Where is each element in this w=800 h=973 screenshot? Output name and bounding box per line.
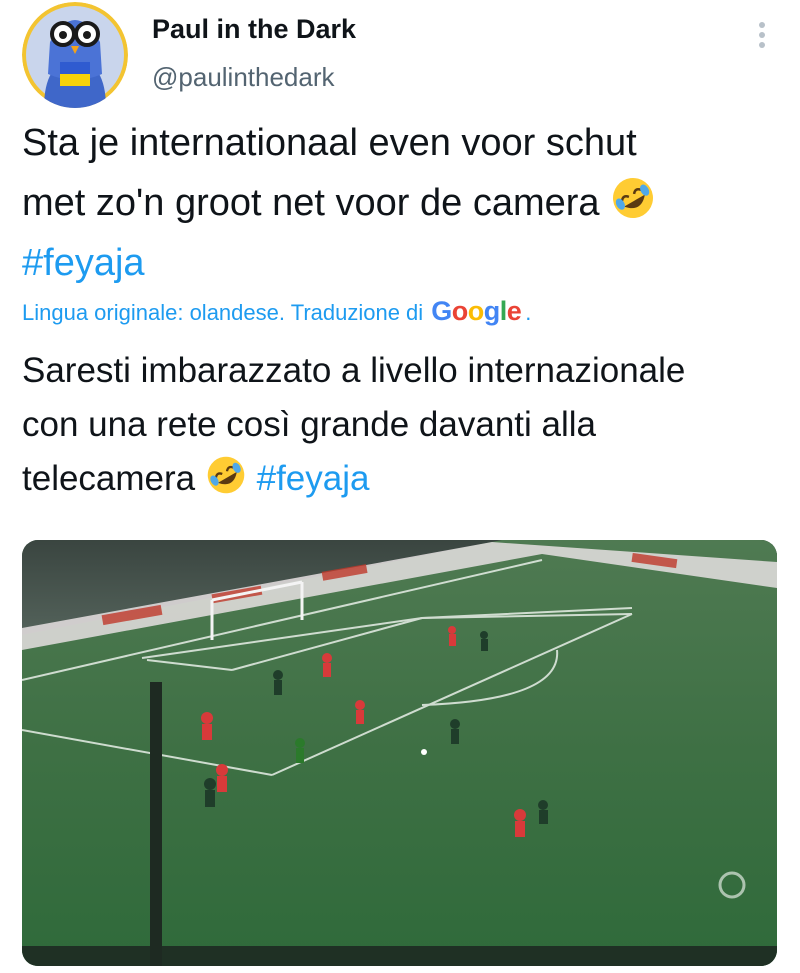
tweet-text-line: met zo'n groot net voor de camera [22,173,782,233]
translation-label: Lingua originale: olandese. Traduzione d… [22,300,424,325]
football-match-image [22,540,777,966]
translation-attribution: Lingua originale: olandese. Traduzione d… [22,296,531,327]
tweet-text-segment: met zo'n groot net voor de camera [22,182,600,224]
translated-text: Saresti imbarazzato a livello internazio… [22,344,782,506]
rolling-laughing-emoji-icon [613,178,654,218]
translated-text-line: telecamera #feyaja [22,452,782,506]
author-display-name[interactable]: Paul in the Dark [152,14,356,45]
hashtag-link[interactable]: #feyaja [22,233,782,293]
translated-text-line: Saresti imbarazzato a livello internazio… [22,351,686,390]
author-handle[interactable]: @paulinthedark [152,62,335,93]
owl-avatar-image [22,2,128,108]
rolling-laughing-emoji-icon [207,456,245,494]
google-logo[interactable]: Google [431,296,522,327]
avatar[interactable] [22,2,128,108]
translated-text-line: con una rete così grande davanti alla [22,405,596,444]
translation-period: . [525,300,532,325]
more-vertical-icon[interactable] [752,18,772,52]
hashtag-link[interactable]: #feyaja [257,459,370,498]
tweet-media-photo[interactable] [22,540,777,966]
tweet-text: Sta je internationaal even voor schut me… [22,113,782,293]
translated-text-segment: telecamera [22,459,196,498]
tweet-text-line: Sta je internationaal even voor schut [22,122,637,164]
